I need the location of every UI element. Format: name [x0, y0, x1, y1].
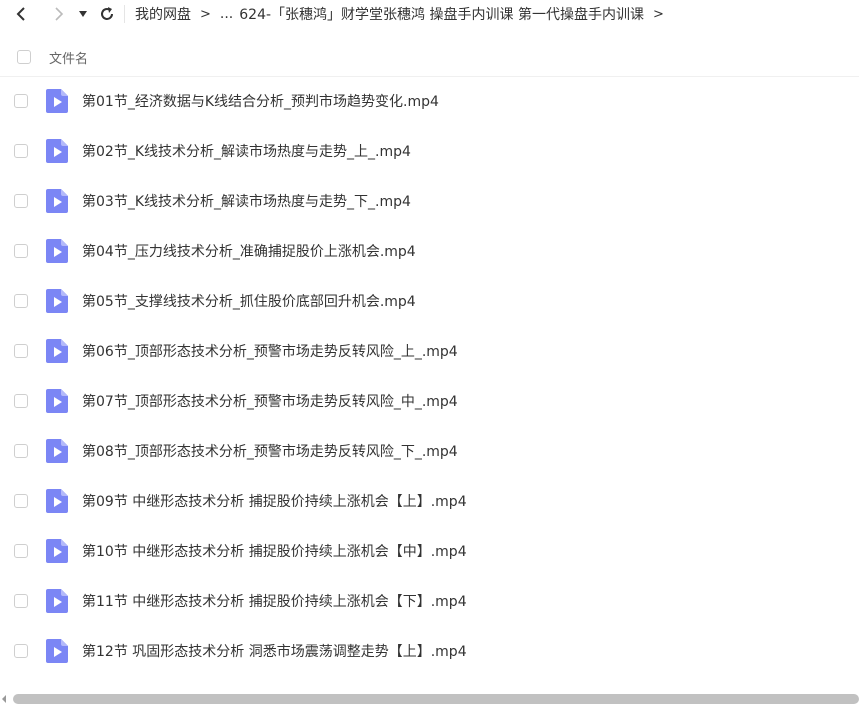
video-file-icon [46, 389, 68, 413]
file-name[interactable]: 第03节_K线技术分析_解读市场热度与走势_下_.mp4 [82, 191, 411, 211]
video-file-icon [46, 339, 68, 363]
scroll-left-arrow[interactable] [2, 695, 6, 703]
video-file-icon [46, 589, 68, 613]
file-row[interactable]: 第07节_顶部形态技术分析_预警市场走势反转风险_中_.mp4 [0, 376, 859, 426]
file-checkbox[interactable] [14, 644, 28, 658]
toolbar: 我的网盘 > ... 624-「张穗鸿」财学堂张穗鸿 操盘手内训课 第一代操盘手… [0, 0, 859, 28]
file-checkbox[interactable] [14, 194, 28, 208]
history-dropdown-button[interactable] [76, 3, 90, 25]
file-row[interactable]: 第03节_K线技术分析_解读市场热度与走势_下_.mp4 [0, 176, 859, 226]
refresh-button[interactable] [96, 3, 118, 25]
file-name[interactable]: 第07节_顶部形态技术分析_预警市场走势反转风险_中_.mp4 [82, 391, 458, 411]
file-checkbox[interactable] [14, 544, 28, 558]
file-checkbox[interactable] [14, 394, 28, 408]
file-row[interactable]: 第08节_顶部形态技术分析_预警市场走势反转风险_下_.mp4 [0, 426, 859, 476]
file-row[interactable]: 第11节 中继形态技术分析 捕捉股价持续上涨机会【下】.mp4 [0, 576, 859, 626]
file-checkbox[interactable] [14, 94, 28, 108]
select-all-checkbox[interactable] [17, 50, 31, 64]
file-row[interactable]: 第04节_压力线技术分析_准确捕捉股价上涨机会.mp4 [0, 226, 859, 276]
file-name[interactable]: 第04节_压力线技术分析_准确捕捉股价上涨机会.mp4 [82, 241, 416, 261]
breadcrumb-separator-end: > [652, 6, 664, 22]
file-checkbox[interactable] [14, 444, 28, 458]
file-checkbox[interactable] [14, 294, 28, 308]
video-file-icon [46, 639, 68, 663]
column-header-filename[interactable]: 文件名 [49, 48, 88, 67]
chevron-left-icon [16, 7, 25, 21]
file-checkbox[interactable] [14, 144, 28, 158]
forward-button[interactable] [48, 3, 70, 25]
file-row[interactable]: 第06节_顶部形态技术分析_预警市场走势反转风险_上_.mp4 [0, 326, 859, 376]
file-name[interactable]: 第09节 中继形态技术分析 捕捉股价持续上涨机会【上】.mp4 [82, 491, 467, 511]
video-file-icon [46, 189, 68, 213]
breadcrumb-ellipsis[interactable]: ... [220, 6, 233, 22]
video-file-icon [46, 489, 68, 513]
breadcrumb-root[interactable]: 我的网盘 [135, 4, 191, 24]
video-file-icon [46, 239, 68, 263]
toolbar-divider [124, 5, 125, 23]
breadcrumb: 我的网盘 > ... 624-「张穗鸿」财学堂张穗鸿 操盘手内训课 第一代操盘手… [135, 4, 673, 24]
file-list-header: 文件名 [0, 38, 859, 77]
file-list: 第01节_经济数据与K线结合分析_预判市场趋势变化.mp4 第02节_K线技术分析… [0, 76, 859, 676]
scrollbar-thumb[interactable] [13, 694, 859, 704]
file-checkbox[interactable] [14, 244, 28, 258]
file-checkbox[interactable] [14, 494, 28, 508]
file-row[interactable]: 第12节 巩固形态技术分析 洞悉市场震荡调整走势【上】.mp4 [0, 626, 859, 676]
video-file-icon [46, 539, 68, 563]
caret-down-icon [79, 11, 87, 17]
file-name[interactable]: 第12节 巩固形态技术分析 洞悉市场震荡调整走势【上】.mp4 [82, 641, 467, 661]
file-checkbox[interactable] [14, 594, 28, 608]
back-button[interactable] [10, 3, 32, 25]
breadcrumb-current[interactable]: 624-「张穗鸿」财学堂张穗鸿 操盘手内训课 第一代操盘手内训课 [239, 4, 644, 24]
file-row[interactable]: 第02节_K线技术分析_解读市场热度与走势_上_.mp4 [0, 126, 859, 176]
video-file-icon [46, 89, 68, 113]
file-name[interactable]: 第06节_顶部形态技术分析_预警市场走势反转风险_上_.mp4 [82, 341, 458, 361]
refresh-icon [101, 7, 113, 20]
video-file-icon [46, 139, 68, 163]
file-name[interactable]: 第05节_支撑线技术分析_抓住股价底部回升机会.mp4 [82, 291, 416, 311]
file-row[interactable]: 第09节 中继形态技术分析 捕捉股价持续上涨机会【上】.mp4 [0, 476, 859, 526]
video-file-icon [46, 439, 68, 463]
file-row[interactable]: 第01节_经济数据与K线结合分析_预判市场趋势变化.mp4 [0, 76, 859, 126]
file-checkbox[interactable] [14, 344, 28, 358]
file-name[interactable]: 第10节 中继形态技术分析 捕捉股价持续上涨机会【中】.mp4 [82, 541, 467, 561]
breadcrumb-separator: > [200, 6, 211, 22]
file-name[interactable]: 第01节_经济数据与K线结合分析_预判市场趋势变化.mp4 [82, 91, 439, 111]
horizontal-scrollbar[interactable] [0, 692, 859, 706]
video-file-icon [46, 289, 68, 313]
file-name[interactable]: 第11节 中继形态技术分析 捕捉股价持续上涨机会【下】.mp4 [82, 591, 467, 611]
file-name[interactable]: 第02节_K线技术分析_解读市场热度与走势_上_.mp4 [82, 141, 411, 161]
file-row[interactable]: 第10节 中继形态技术分析 捕捉股价持续上涨机会【中】.mp4 [0, 526, 859, 576]
file-name[interactable]: 第08节_顶部形态技术分析_预警市场走势反转风险_下_.mp4 [82, 441, 458, 461]
file-row[interactable]: 第05节_支撑线技术分析_抓住股价底部回升机会.mp4 [0, 276, 859, 326]
chevron-right-icon [55, 7, 64, 21]
